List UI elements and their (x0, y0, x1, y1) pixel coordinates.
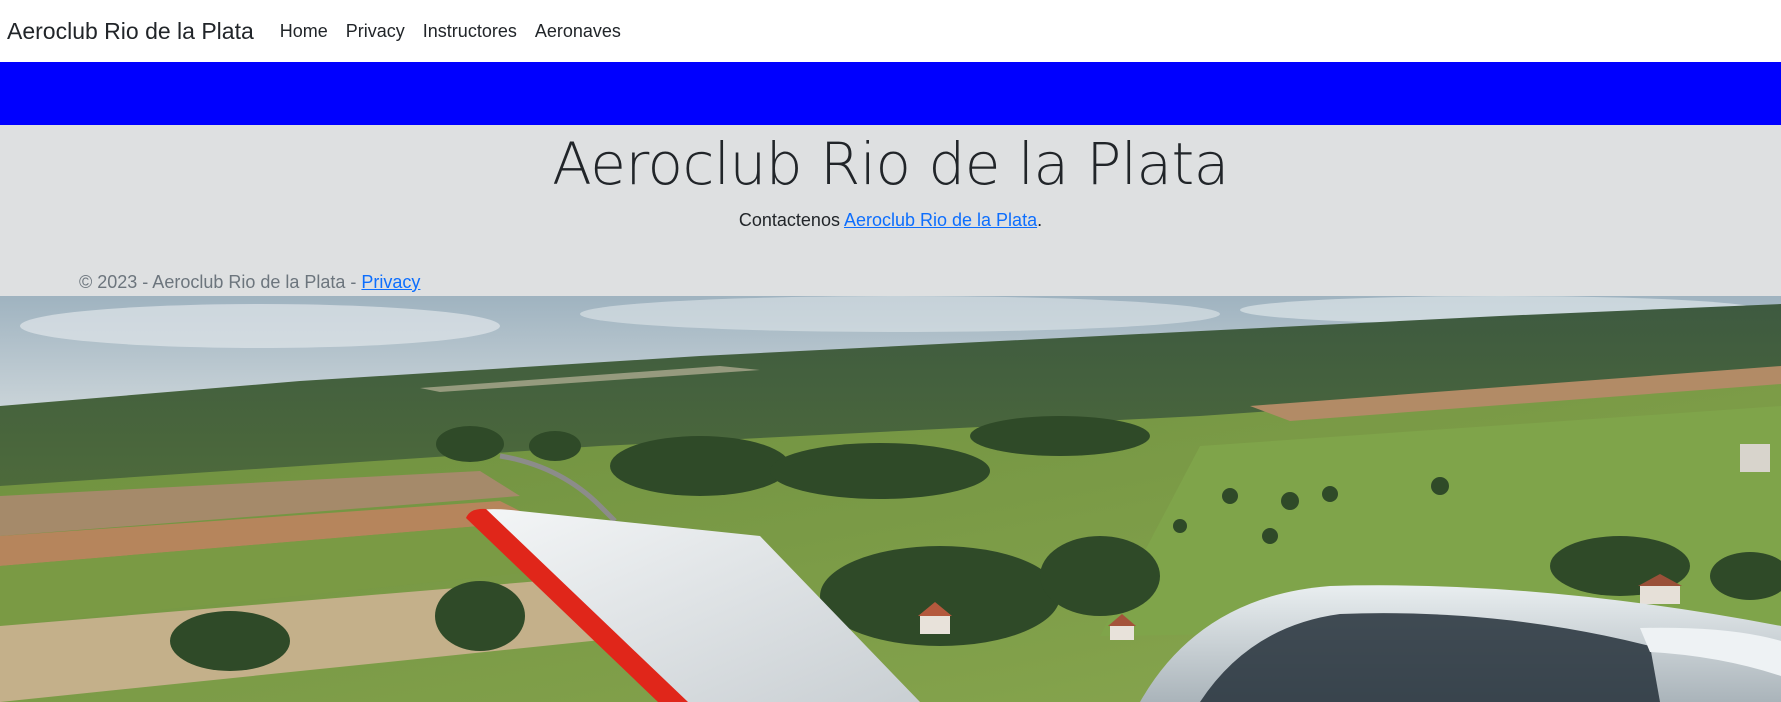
footer-privacy-link[interactable]: Privacy (361, 272, 420, 292)
page-title: Aeroclub Rio de la Plata (552, 130, 1229, 198)
nav-links: Home Privacy Instructores Aeronaves (280, 21, 639, 42)
brand-link[interactable]: Aeroclub Rio de la Plata (7, 18, 254, 45)
aerial-landscape-image (0, 296, 1781, 702)
nav-link-aeronaves[interactable]: Aeronaves (535, 21, 621, 42)
footer-copyright: © 2023 - Aeroclub Rio de la Plata - (79, 272, 362, 292)
contact-line: Contactenos Aeroclub Rio de la Plata. (0, 210, 1781, 231)
footer: © 2023 - Aeroclub Rio de la Plata - Priv… (79, 272, 420, 293)
contact-prefix: Contactenos (738, 210, 844, 230)
contact-link[interactable]: Aeroclub Rio de la Plata (844, 210, 1037, 230)
top-navbar: Aeroclub Rio de la Plata Home Privacy In… (0, 0, 1781, 62)
nav-link-home[interactable]: Home (280, 21, 328, 42)
nav-link-privacy[interactable]: Privacy (346, 21, 405, 42)
blue-banner (0, 62, 1781, 125)
contact-suffix: . (1037, 210, 1043, 230)
aerial-photo (0, 296, 1781, 702)
hero-section: Aeroclub Rio de la Plata Contactenos Aer… (0, 125, 1781, 296)
nav-link-instructores[interactable]: Instructores (423, 21, 517, 42)
